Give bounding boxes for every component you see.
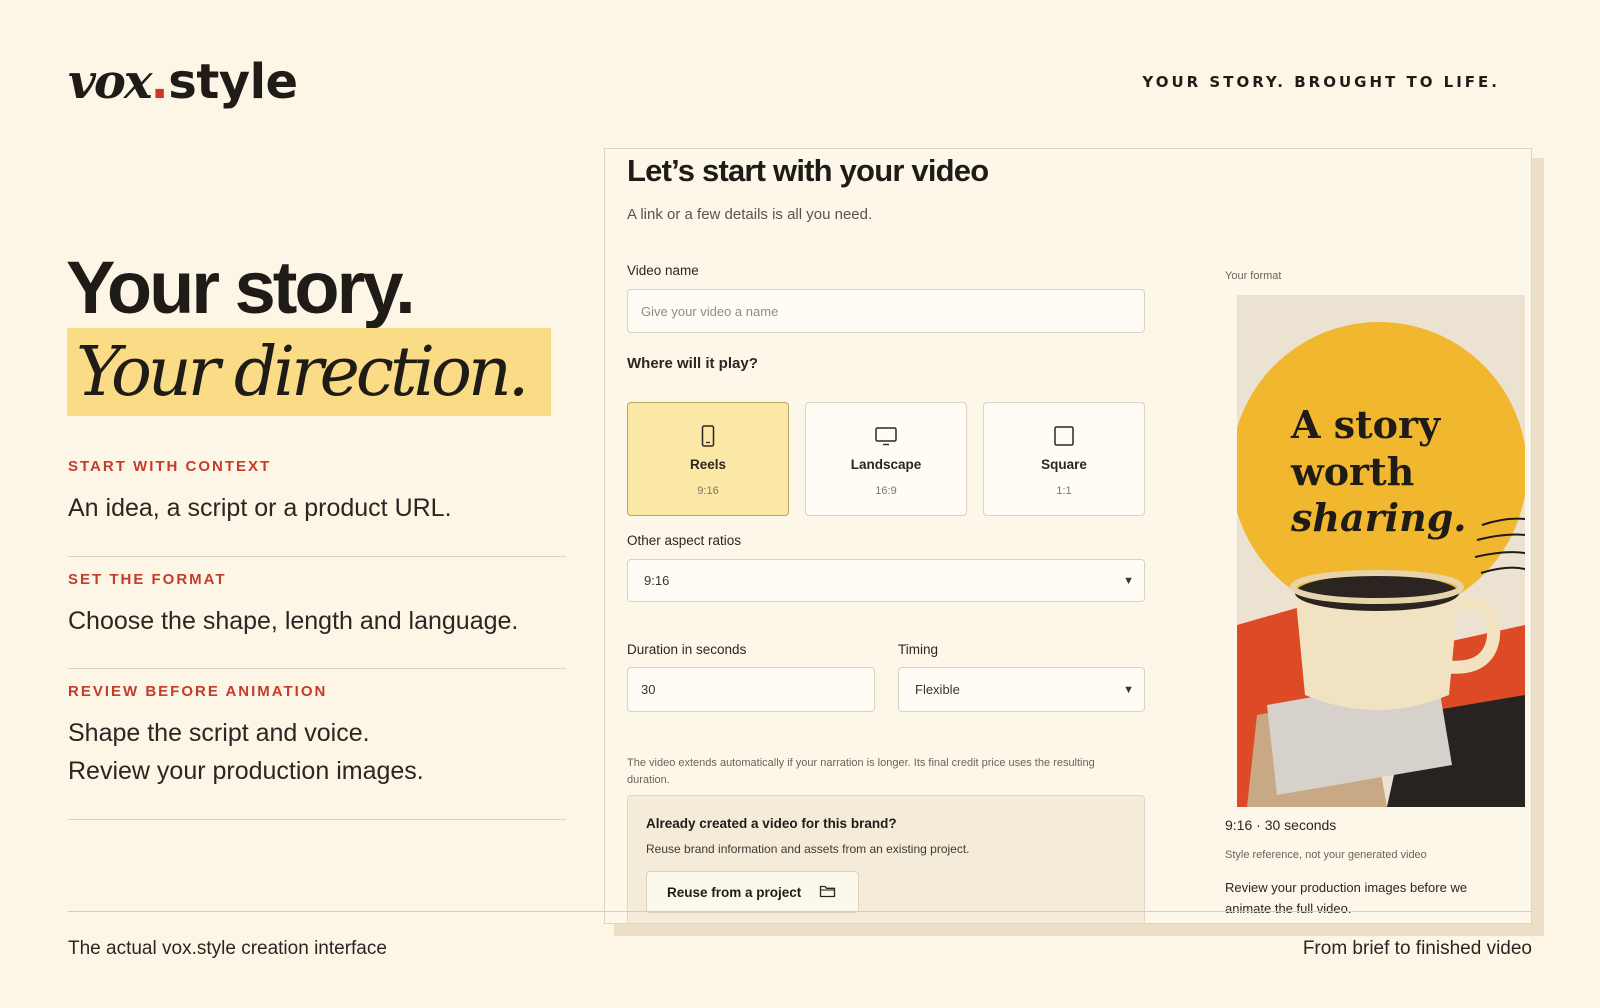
step-review: REVIEW BEFORE ANIMATION Shape the script… xyxy=(68,683,566,790)
footer-caption-left: The actual vox.style creation interface xyxy=(68,938,387,959)
where-label: Where will it play? xyxy=(627,355,758,372)
review-note: Review your production images before we … xyxy=(1225,880,1468,916)
format-name: Square xyxy=(1041,457,1087,472)
format-card-reels[interactable]: Reels 9:16 xyxy=(627,402,789,516)
reuse-subtitle: Reuse brand information and assets from … xyxy=(646,842,970,856)
preview-meta: 9:16 · 30 seconds xyxy=(1225,817,1337,833)
format-ratio: 16:9 xyxy=(875,485,897,497)
format-card-square[interactable]: Square 1:1 xyxy=(983,402,1145,516)
hero-subheading: Your direction. xyxy=(76,333,529,412)
step-context: START WITH CONTEXT An idea, a script or … xyxy=(68,458,566,527)
logo[interactable]: vox.style xyxy=(68,52,298,112)
duration-note: The video extends automatically if your … xyxy=(627,757,1095,786)
hero-heading: Your story. xyxy=(66,246,416,329)
step-text-2: Review your production images. xyxy=(68,757,424,785)
divider xyxy=(68,819,566,820)
format-preview-image: A story worth sharing. xyxy=(1237,295,1525,807)
logo-suffix: style xyxy=(168,54,298,110)
chevron-down-icon: ▼ xyxy=(1123,683,1134,696)
creation-panel: Let’s start with your video A link or a … xyxy=(604,148,1532,924)
other-ratios-label: Other aspect ratios xyxy=(627,533,742,548)
divider xyxy=(68,668,566,669)
step-label: REVIEW BEFORE ANIMATION xyxy=(68,683,328,700)
duration-label: Duration in seconds xyxy=(627,642,747,657)
square-icon xyxy=(1053,425,1075,451)
format-name: Landscape xyxy=(850,457,922,472)
poster-line-2: worth xyxy=(1290,449,1414,494)
aspect-ratio-value: 9:16 xyxy=(644,573,670,588)
duration-input[interactable]: 30 xyxy=(627,667,875,712)
reuse-project-card: Already created a video for this brand? … xyxy=(627,795,1145,923)
aspect-ratio-select[interactable]: 9:16 ▼ xyxy=(627,559,1145,602)
step-label: START WITH CONTEXT xyxy=(68,458,272,475)
timing-value: Flexible xyxy=(915,682,960,697)
reuse-button-label: Reuse from a project xyxy=(667,884,802,900)
reuse-title: Already created a video for this brand? xyxy=(646,816,897,831)
divider xyxy=(68,556,566,557)
chevron-down-icon: ▼ xyxy=(1123,574,1134,587)
panel-title: Let’s start with your video xyxy=(627,153,989,188)
your-format-label: Your format xyxy=(1225,270,1282,282)
video-name-label: Video name xyxy=(627,263,699,278)
tagline: YOUR STORY. BROUGHT TO LIFE. xyxy=(1142,73,1500,91)
step-format: SET THE FORMAT Choose the shape, length … xyxy=(68,571,566,640)
step-text: Shape the script and voice. xyxy=(68,719,370,747)
reuse-from-project-button[interactable]: Reuse from a project xyxy=(646,871,859,913)
phone-icon xyxy=(700,425,716,451)
timing-label: Timing xyxy=(898,642,939,657)
poster-line-3: sharing. xyxy=(1290,495,1467,540)
timing-select[interactable]: Flexible ▼ xyxy=(898,667,1145,712)
style-reference-note: Style reference, not your generated vide… xyxy=(1225,849,1427,861)
format-ratio: 9:16 xyxy=(697,485,719,497)
step-text: Choose the shape, length and language. xyxy=(68,607,519,635)
format-ratio: 1:1 xyxy=(1056,485,1072,497)
panel-subtitle: A link or a few details is all you need. xyxy=(627,206,873,223)
footer-caption-right: From brief to finished video xyxy=(1302,938,1532,959)
video-name-input[interactable]: Give your video a name xyxy=(627,289,1145,333)
logo-dot: . xyxy=(150,54,169,110)
poster-line-1: A story xyxy=(1290,402,1441,447)
step-text: An idea, a script or a product URL. xyxy=(68,494,452,522)
footer-divider xyxy=(68,911,1532,912)
folder-icon xyxy=(819,884,836,901)
format-card-landscape[interactable]: Landscape 16:9 xyxy=(805,402,967,516)
format-name: Reels xyxy=(689,457,727,472)
monitor-icon xyxy=(874,425,898,451)
step-label: SET THE FORMAT xyxy=(68,571,227,588)
logo-wordmark: vox xyxy=(68,54,153,110)
